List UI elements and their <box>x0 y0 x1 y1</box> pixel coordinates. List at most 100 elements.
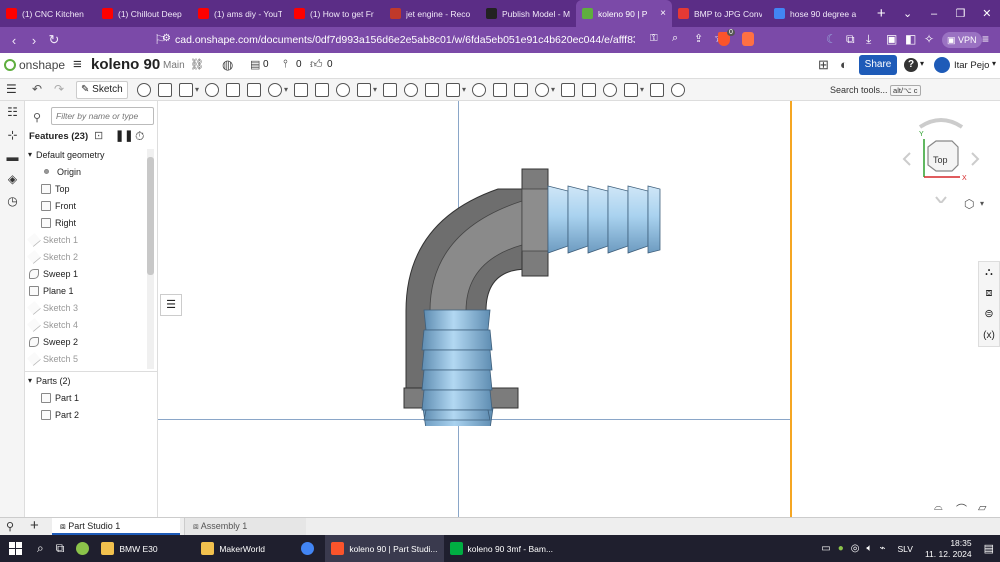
extension-icon-1[interactable]: ☾ <box>826 32 837 46</box>
taskbar-app[interactable]: koleno 90 | Part Studi... <box>325 535 444 562</box>
tray-ring-icon[interactable]: ◎ <box>851 543 860 554</box>
tool-chevron-down-icon[interactable]: ▾ <box>551 85 555 94</box>
close-tab-icon[interactable]: × <box>660 8 666 19</box>
site-info-icon[interactable]: ⚙ <box>162 33 172 45</box>
add-folder-icon[interactable]: ⊡ <box>94 129 103 142</box>
browser-tab[interactable]: koleno 90 | P × <box>576 0 672 27</box>
view-cube[interactable]: Top Y X <box>900 113 982 205</box>
branch-label[interactable]: Main <box>163 60 185 71</box>
tab-manager-icon[interactable]: ⚲ <box>6 520 14 533</box>
help-chevron-down-icon[interactable]: ▾ <box>920 59 924 68</box>
forward-icon[interactable]: › <box>24 33 44 48</box>
new-sketch-icon[interactable] <box>137 83 151 97</box>
tab-search-icon[interactable]: ⌄ <box>894 7 920 20</box>
sketch-button[interactable]: ✎ Sketch <box>76 81 128 99</box>
thicken-icon[interactable] <box>226 83 240 97</box>
share-page-icon[interactable]: ⇪ <box>694 32 703 45</box>
taskbar-app[interactable]: MakerWorld <box>195 535 295 562</box>
vpn-button[interactable]: ▣ VPN <box>942 32 982 48</box>
doc-tab[interactable]: ⧈ Part Studio 1 <box>52 518 180 535</box>
view-cube-face-label[interactable]: Top <box>933 155 948 165</box>
user-name[interactable]: Itar Pejo <box>954 60 989 71</box>
tray-app-icon[interactable]: ▭ <box>821 543 830 554</box>
view-options-chevron-down-icon[interactable]: ▾ <box>980 199 984 208</box>
transform-icon[interactable] <box>446 83 460 97</box>
url-field[interactable]: cad.onshape.com/documents/0df7d993a156d6… <box>175 30 635 50</box>
user-chevron-down-icon[interactable]: ▾ <box>992 59 996 68</box>
feature-item[interactable]: Sweep 2 <box>29 333 149 350</box>
redo-icon[interactable]: ↷ <box>54 82 64 96</box>
plane-icon[interactable] <box>493 83 507 97</box>
search-icon[interactable]: ⌕ <box>31 535 50 562</box>
delete-part-icon[interactable] <box>472 83 486 97</box>
task-view-icon[interactable]: ⧉ <box>50 535 71 562</box>
like-icon[interactable]: 👍︎ <box>310 57 323 72</box>
draft-icon[interactable] <box>294 83 308 97</box>
mass-properties-icon[interactable]: ⊜ <box>979 304 999 325</box>
language-indicator[interactable]: SLV <box>892 535 919 562</box>
sheet-metal-icon[interactable] <box>561 83 575 97</box>
feature-item[interactable]: Sketch 1 <box>26 231 149 248</box>
zoom-fit-icon[interactable]: ▱ <box>978 501 986 514</box>
feature-item[interactable]: Front <box>41 197 161 214</box>
add-tab-button[interactable]: + <box>30 517 39 534</box>
sidebar-icon[interactable]: ◧ <box>905 32 916 46</box>
feature-item[interactable]: Sketch 5 <box>26 350 149 367</box>
feature-item[interactable]: Plane 1 <box>29 282 149 299</box>
onshape-logo-text[interactable]: onshape <box>19 58 65 72</box>
document-menu-icon[interactable]: ≡ <box>73 56 82 73</box>
feature-item[interactable]: Sketch 4 <box>26 316 149 333</box>
learning-icon[interactable]: ◐ <box>840 57 848 72</box>
browser-tab[interactable]: jet engine - Reco <box>384 0 480 27</box>
history-icon[interactable]: ◷ <box>6 195 19 208</box>
notifications-icon[interactable]: ▤ <box>978 535 1000 562</box>
part-item[interactable]: Part 1 <box>41 389 161 406</box>
taskbar-app[interactable]: BMW E30 <box>95 535 195 562</box>
maximize-icon[interactable]: ❐ <box>947 7 973 20</box>
parts-group[interactable]: ▾ Parts (2) <box>28 372 148 389</box>
browser-tab[interactable]: (1) How to get Fr <box>288 0 384 27</box>
versions-icon[interactable]: ▤ <box>250 58 260 71</box>
mesh-icon[interactable] <box>624 83 638 97</box>
part-item[interactable]: Part 2 <box>41 406 161 423</box>
extensions-icon[interactable]: ⧉ <box>846 32 855 47</box>
part-model-lower[interactable] <box>418 308 508 423</box>
feature-list-icon[interactable]: ☰ <box>6 82 17 96</box>
sweep-icon[interactable] <box>179 83 193 97</box>
chamfer-icon[interactable] <box>268 83 282 97</box>
tray-green-icon[interactable]: ● <box>838 543 844 554</box>
composite-icon[interactable] <box>650 83 664 97</box>
feature-item[interactable]: Right <box>41 214 161 231</box>
feature-item[interactable]: Origin <box>41 163 161 180</box>
mirror-icon[interactable] <box>383 83 397 97</box>
tool-chevron-down-icon[interactable]: ▾ <box>462 85 466 94</box>
tool-chevron-down-icon[interactable]: ▾ <box>373 85 377 94</box>
wallet-icon[interactable]: ▣ <box>886 32 897 46</box>
globe-icon[interactable]: ◍ <box>222 57 233 73</box>
pause-icon[interactable]: ❚❚ <box>115 129 133 142</box>
default-geometry-group[interactable]: ▾ Default geometry <box>28 146 148 163</box>
feature-item[interactable]: Top <box>41 180 161 197</box>
taskbar-app[interactable]: koleno 90 3mf - Bam... <box>444 535 560 562</box>
filter-input[interactable] <box>51 107 154 125</box>
split-icon[interactable] <box>425 83 439 97</box>
link-icon[interactable]: ⛓ <box>190 58 204 71</box>
loft-icon[interactable] <box>205 83 219 97</box>
feature-item[interactable]: Sweep 1 <box>29 265 149 282</box>
feature-list-toggle-icon[interactable]: ☰ <box>160 294 182 316</box>
avatar[interactable] <box>934 57 950 73</box>
zoom-icon[interactable]: ⌕ <box>672 32 678 45</box>
section-view-icon[interactable]: ⌒ <box>956 501 967 517</box>
linear-pattern-icon[interactable] <box>357 83 371 97</box>
key-icon[interactable]: ⚿ <box>650 33 658 44</box>
branch-pin-icon[interactable]: ⫯ <box>283 58 288 71</box>
feature-item[interactable]: Sketch 3 <box>26 299 149 316</box>
doc-tab[interactable]: ⧈ Assembly 1 <box>184 518 306 535</box>
tool-chevron-down-icon[interactable]: ▾ <box>640 85 644 94</box>
fillet-icon[interactable] <box>247 83 261 97</box>
view-options-icon[interactable]: ⬡ <box>964 197 974 211</box>
revolve-icon[interactable] <box>158 83 172 97</box>
clock[interactable]: 18:35 11. 12. 2024 <box>919 535 978 562</box>
helix-icon[interactable] <box>535 83 549 97</box>
filter-icon[interactable]: ⚲ <box>33 111 41 124</box>
